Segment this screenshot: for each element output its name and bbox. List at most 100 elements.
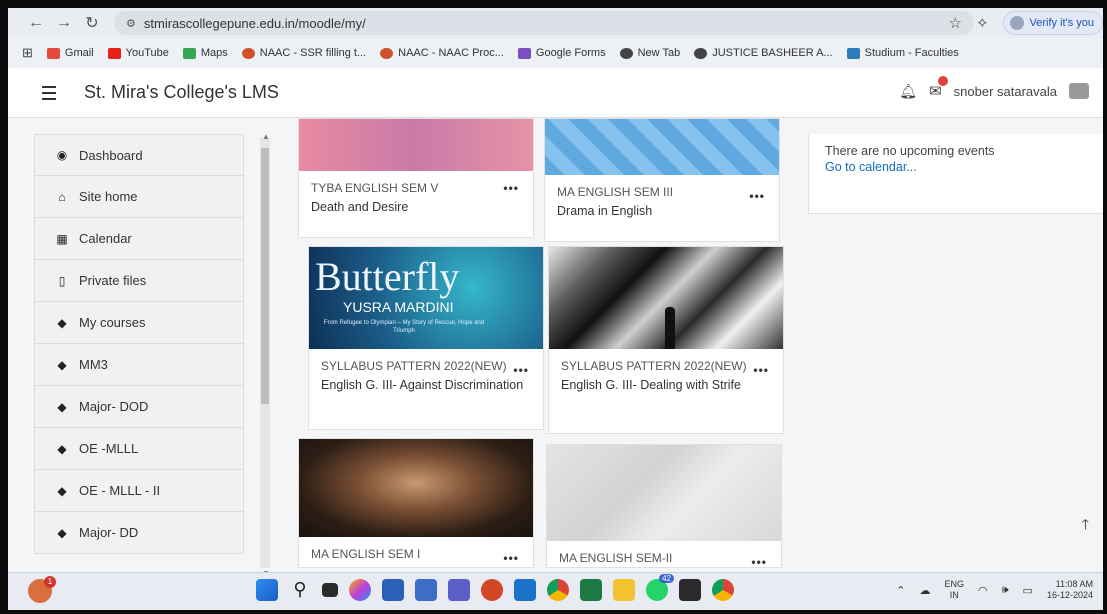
clock[interactable]: 11:08 AM 16-12-2024 <box>1047 579 1093 601</box>
sidebar-item-site-home[interactable]: ⌂ Site home <box>34 176 244 218</box>
taskbar-apps: ⚲ 42 <box>256 574 734 601</box>
sidebar-item-oe-mlll-ii[interactable]: ◆ OE - MLLL - II <box>34 470 244 512</box>
course-image[interactable] <box>549 247 783 349</box>
course-image[interactable]: Butterfly YUSRA MARDINI From Refugee to … <box>309 247 543 349</box>
bell-icon[interactable]: 🔔︎ <box>899 83 917 100</box>
scrollbar-thumb[interactable] <box>261 148 269 404</box>
course-card[interactable]: ••• MA ENGLISH SEM I <box>298 438 534 568</box>
course-image[interactable] <box>547 445 781 541</box>
windows-start-icon[interactable] <box>256 579 278 601</box>
whatsapp-icon[interactable]: 42 <box>646 574 674 601</box>
copilot-icon[interactable] <box>349 579 371 601</box>
bookmark-new-tab[interactable]: New Tab <box>619 47 680 59</box>
word-icon[interactable] <box>382 579 404 601</box>
url-field[interactable]: ⚙ stmirascollegepune.edu.in/moodle/my/ <box>114 11 974 35</box>
graduation-cap-icon: ◆ <box>57 315 67 330</box>
bookmark-google-forms[interactable]: Google Forms <box>517 47 606 59</box>
bookmarks-bar: ⊞ Gmail YouTube Maps NAAC - SSR filling … <box>8 38 1103 68</box>
sidebar-item-major-dod[interactable]: ◆ Major- DOD <box>34 386 244 428</box>
apps-grid-icon[interactable]: ⊞ <box>22 45 33 61</box>
sidebar-scrollbar[interactable]: ▲ ▼ <box>260 132 270 578</box>
gmail-icon <box>46 47 60 59</box>
course-menu-button[interactable]: ••• <box>513 363 529 377</box>
url-text: stmirascollegepune.edu.in/moodle/my/ <box>143 15 366 31</box>
course-image[interactable] <box>545 119 779 175</box>
forward-icon[interactable]: → <box>50 14 78 32</box>
scroll-up-icon[interactable]: ▲ <box>262 132 270 141</box>
sidebar-item-private-files[interactable]: ▯ Private files <box>34 260 244 302</box>
globe-icon <box>694 47 708 59</box>
volume-icon[interactable]: 🕪︎ <box>1002 584 1009 597</box>
bookmark-studium[interactable]: Studium - Faculties <box>846 47 959 59</box>
course-card[interactable]: ••• SYLLABUS PATTERN 2022(NEW) English G… <box>548 246 784 434</box>
teams-icon[interactable] <box>448 579 470 601</box>
address-bar-actions: ☆ ✧ Verify it's you <box>949 11 1103 35</box>
outlook-icon[interactable] <box>514 579 536 601</box>
bookmark-star-icon[interactable]: ☆ <box>949 14 962 32</box>
bookmark-justice[interactable]: JUSTICE BASHEER A... <box>694 47 833 59</box>
menu-toggle-button[interactable] <box>34 78 64 108</box>
site-name[interactable]: St. Mira's College's LMS <box>84 82 279 103</box>
bookmark-naac-ssr[interactable]: NAAC - SSR filling t... <box>241 47 366 59</box>
bookmark-label: JUSTICE BASHEER A... <box>712 47 833 59</box>
course-name[interactable]: English G. III- Against Discrimination <box>321 377 531 394</box>
widgets-icon[interactable]: 1 <box>28 576 56 603</box>
search-icon[interactable]: ⚲ <box>289 579 311 601</box>
cloud-icon[interactable]: ☁ <box>919 584 930 597</box>
course-image[interactable] <box>299 119 533 171</box>
language-indicator[interactable]: ENG IN <box>944 579 964 601</box>
task-view-icon[interactable] <box>322 583 338 597</box>
course-menu-button[interactable]: ••• <box>503 551 519 565</box>
chevron-up-icon[interactable]: ⌃ <box>896 584 905 597</box>
sticky-notes-icon[interactable] <box>679 579 701 601</box>
graduation-cap-icon: ◆ <box>57 483 67 498</box>
sidebar-item-my-courses[interactable]: ◆ My courses <box>34 302 244 344</box>
naac-icon <box>241 47 255 59</box>
studium-icon <box>846 47 860 59</box>
messages-icon[interactable]: ✉ <box>929 76 948 100</box>
excel-icon[interactable] <box>580 579 602 601</box>
chrome-profile-icon[interactable] <box>712 579 734 601</box>
powerpoint-icon[interactable] <box>481 579 503 601</box>
file-explorer-icon[interactable] <box>613 579 635 601</box>
site-info-icon[interactable]: ⚙ <box>126 17 136 30</box>
course-image[interactable] <box>299 439 533 537</box>
bookmark-maps[interactable]: Maps <box>182 47 228 59</box>
sidebar-item-major-dd[interactable]: ◆ Major- DD <box>34 512 244 554</box>
course-card[interactable]: ••• MA ENGLISH SEM III Drama in English <box>544 118 780 242</box>
bookmark-gmail[interactable]: Gmail <box>46 47 94 59</box>
calculator-icon[interactable] <box>415 579 437 601</box>
bookmark-label: Maps <box>200 47 228 59</box>
back-to-top-icon[interactable]: 🡑 <box>1082 514 1089 538</box>
course-card[interactable]: ••• MA ENGLISH SEM-II <box>546 444 782 569</box>
chrome-icon[interactable] <box>547 579 569 601</box>
go-to-calendar-link[interactable]: Go to calendar... <box>825 160 1087 174</box>
graduation-cap-icon: ◆ <box>57 525 67 540</box>
bookmark-youtube[interactable]: YouTube <box>107 47 169 59</box>
bookmark-label: Studium - Faculties <box>864 47 959 59</box>
sidebar-item-dashboard[interactable]: ◉ Dashboard <box>34 134 244 176</box>
sidebar-item-calendar[interactable]: ▦ Calendar <box>34 218 244 260</box>
address-bar-row: ← → ↻ ⚙ stmirascollegepune.edu.in/moodle… <box>8 8 1103 38</box>
course-menu-button[interactable]: ••• <box>753 363 769 377</box>
profile-button[interactable]: Verify it's you <box>1002 11 1103 35</box>
course-menu-button[interactable]: ••• <box>749 189 765 203</box>
avatar[interactable] <box>1069 83 1089 99</box>
course-name[interactable]: English G. III- Dealing with Strife <box>561 377 771 394</box>
sidebar-item-mm3[interactable]: ◆ MM3 <box>34 344 244 386</box>
wifi-icon[interactable]: ◠ <box>978 584 988 597</box>
course-name[interactable]: Death and Desire <box>311 199 521 216</box>
course-card[interactable]: Butterfly YUSRA MARDINI From Refugee to … <box>308 246 544 430</box>
reload-icon[interactable]: ↻ <box>78 13 106 33</box>
course-menu-button[interactable]: ••• <box>751 555 767 569</box>
course-menu-button[interactable]: ••• <box>503 181 519 195</box>
graduation-cap-icon: ◆ <box>57 441 67 456</box>
course-card[interactable]: ••• TYBA ENGLISH SEM V Death and Desire <box>298 118 534 238</box>
sidebar-item-oe-mlll[interactable]: ◆ OE -MLLL <box>34 428 244 470</box>
battery-icon[interactable]: ▭ <box>1023 584 1033 597</box>
course-name[interactable]: Drama in English <box>557 203 767 220</box>
user-name[interactable]: snober sataravala <box>954 84 1057 99</box>
back-icon[interactable]: ← <box>22 14 50 32</box>
bookmark-naac-proc[interactable]: NAAC - NAAC Proc... <box>380 47 504 59</box>
extensions-icon[interactable]: ✧ <box>976 14 989 32</box>
